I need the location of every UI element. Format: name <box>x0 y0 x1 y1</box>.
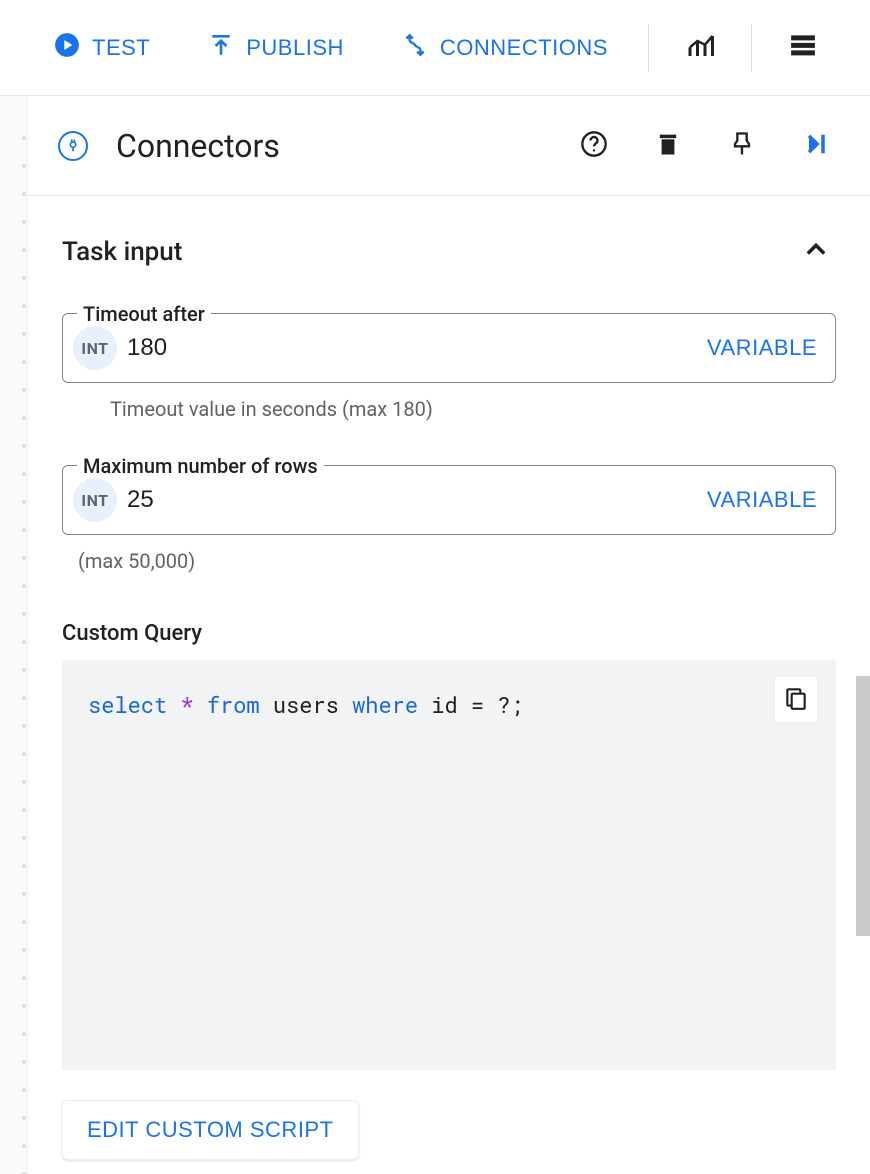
pin-button[interactable] <box>722 124 762 167</box>
chevron-up-icon <box>802 236 830 267</box>
test-label: TEST <box>92 35 150 61</box>
code-token: where <box>352 690 418 719</box>
int-chip: INT <box>73 326 117 370</box>
copy-icon <box>783 685 809 714</box>
custom-query-label: Custom Query <box>28 577 870 660</box>
maxrows-variable-button[interactable]: VARIABLE <box>707 487 817 513</box>
collapse-right-icon <box>802 130 830 161</box>
connections-button[interactable]: CONNECTIONS <box>388 22 622 74</box>
timeout-input[interactable] <box>127 334 707 362</box>
scrollbar-thumb[interactable] <box>856 676 870 936</box>
toolbar-separator <box>751 24 752 72</box>
connector-icon <box>58 131 88 161</box>
timeout-variable-button[interactable]: VARIABLE <box>707 335 817 361</box>
menu-icon <box>788 31 818 64</box>
chart-icon <box>685 31 715 64</box>
left-gutter <box>0 96 28 1174</box>
pin-icon <box>728 130 756 161</box>
maxrows-helper: (max 50,000) <box>62 535 836 573</box>
int-chip: INT <box>73 478 117 522</box>
maxrows-input[interactable] <box>127 486 707 514</box>
section-toggle[interactable] <box>796 230 836 273</box>
connections-icon <box>402 32 428 64</box>
side-panel: Connectors Task input <box>28 96 870 1174</box>
top-toolbar: TEST PUBLISH CONNECTIONS <box>0 0 870 96</box>
play-circle-icon <box>54 32 80 64</box>
test-button[interactable]: TEST <box>40 22 164 74</box>
panel-header: Connectors <box>28 96 870 196</box>
code-token: * <box>180 690 193 719</box>
help-button[interactable] <box>574 124 614 167</box>
custom-query-code[interactable]: select * from users where id = ?; <box>62 660 836 1070</box>
chart-button[interactable] <box>675 21 725 74</box>
section-title: Task input <box>62 237 182 267</box>
timeout-label: Timeout after <box>77 302 211 326</box>
maxrows-field[interactable]: Maximum number of rows INT VARIABLE <box>62 465 836 535</box>
code-token: users <box>273 690 339 719</box>
help-icon <box>580 130 608 161</box>
section-header[interactable]: Task input <box>28 196 870 283</box>
delete-button[interactable] <box>648 124 688 167</box>
code-token: from <box>207 690 260 719</box>
code-token: id = ?; <box>431 690 523 719</box>
timeout-helper: Timeout value in seconds (max 180) <box>62 383 836 421</box>
publish-label: PUBLISH <box>246 35 344 61</box>
edit-custom-script-button[interactable]: EDIT CUSTOM SCRIPT <box>62 1100 359 1160</box>
publish-button[interactable]: PUBLISH <box>194 22 358 74</box>
maxrows-field-wrap: Maximum number of rows INT VARIABLE (max… <box>62 465 836 573</box>
menu-button[interactable] <box>778 21 828 74</box>
trash-icon <box>654 130 682 161</box>
timeout-field-wrap: Timeout after INT VARIABLE Timeout value… <box>62 313 836 421</box>
toolbar-separator <box>648 24 649 72</box>
collapse-button[interactable] <box>796 124 836 167</box>
maxrows-label: Maximum number of rows <box>77 454 324 478</box>
panel-title: Connectors <box>116 127 574 165</box>
copy-button[interactable] <box>774 676 818 723</box>
timeout-field[interactable]: Timeout after INT VARIABLE <box>62 313 836 383</box>
connections-label: CONNECTIONS <box>440 35 608 61</box>
upload-icon <box>208 32 234 64</box>
code-token: select <box>88 690 167 719</box>
